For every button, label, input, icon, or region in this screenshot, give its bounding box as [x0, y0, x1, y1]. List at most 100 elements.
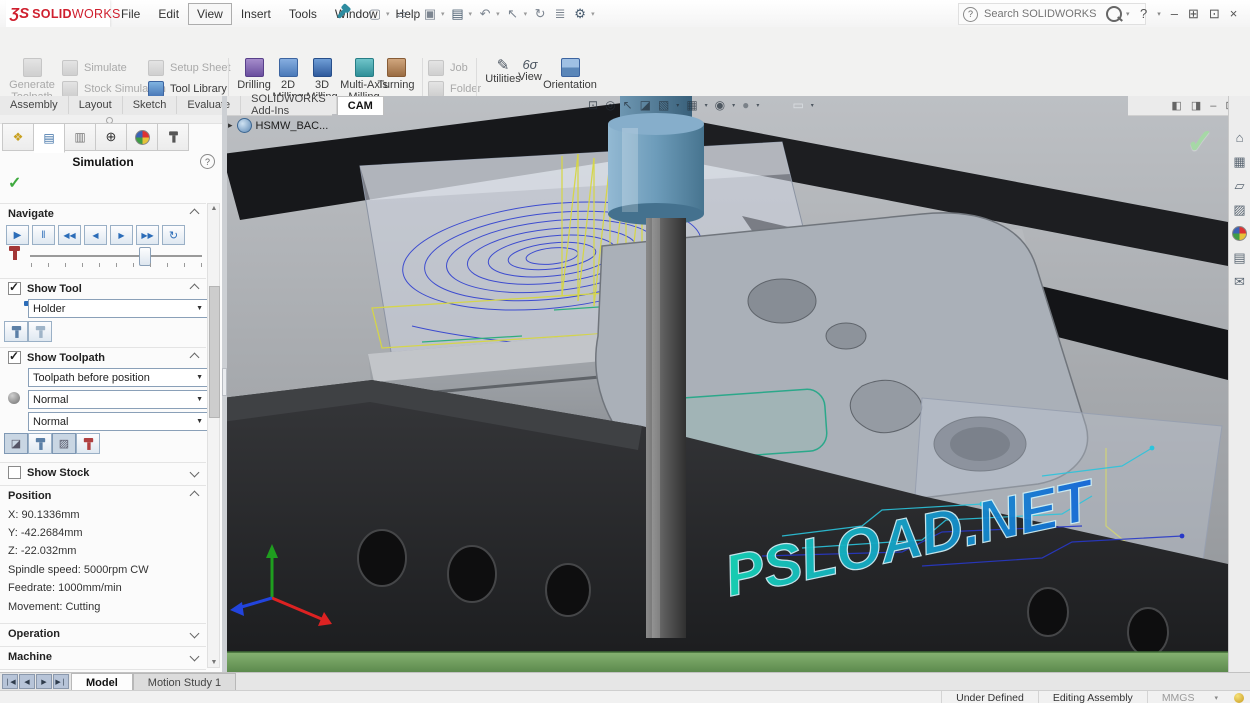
navigate-collapse-icon[interactable]: [190, 209, 200, 219]
display-style-caret-icon[interactable]: ▾: [705, 102, 708, 109]
options-gear-icon[interactable]: ⚙: [571, 5, 589, 23]
tool-translucent-toggle[interactable]: [28, 321, 52, 342]
prev-tab-button[interactable]: ◀: [19, 674, 35, 689]
print-icon[interactable]: ▤: [449, 5, 467, 23]
panel-scrollbar[interactable]: ▲ ▼: [207, 203, 220, 668]
toolpath-opnc-toggle[interactable]: ▨: [52, 433, 76, 454]
last-tab-button[interactable]: ▶❘: [53, 674, 69, 689]
tag-icon[interactable]: [1234, 693, 1244, 703]
save-icon[interactable]: ▣: [421, 5, 439, 23]
search-caret-icon[interactable]: ▾: [1126, 10, 1130, 18]
feature-tree-label[interactable]: HSMW_BAC...: [256, 120, 329, 132]
appearances-wheel-icon[interactable]: [1231, 226, 1248, 241]
print-caret-icon[interactable]: ▾: [469, 10, 473, 18]
view-settings-monitor-icon[interactable]: ▭: [792, 99, 803, 111]
scrollbar-thumb[interactable]: [209, 286, 220, 418]
rebuild-icon[interactable]: ↻: [531, 5, 549, 23]
property-manager-tab[interactable]: ▤: [34, 123, 65, 153]
tool-display-dropdown[interactable]: Holder ▼: [28, 299, 208, 318]
view-palette-icon[interactable]: ▨: [1231, 202, 1248, 217]
show-tool-checkbox[interactable]: [8, 282, 21, 295]
tab-cam[interactable]: CAM: [337, 96, 384, 115]
pane-left-icon[interactable]: ◧: [1171, 99, 1181, 112]
machine-expand-icon[interactable]: [190, 652, 200, 662]
menu-view[interactable]: View: [188, 3, 232, 25]
ok-check-button[interactable]: ✓: [8, 173, 21, 193]
doc-minimize-button[interactable]: –: [1210, 100, 1216, 112]
view-settings-caret-icon[interactable]: ▾: [811, 102, 814, 109]
section-show-stock[interactable]: Show Stock: [0, 462, 206, 482]
splitter-handle[interactable]: [222, 368, 227, 396]
restore-button[interactable]: ⊡: [1209, 6, 1220, 22]
new-caret-icon[interactable]: ▾: [386, 10, 390, 18]
setup-sheet-button[interactable]: Setup Sheet: [148, 59, 231, 77]
tab-sketch[interactable]: Sketch: [123, 96, 178, 114]
tab-assembly[interactable]: Assembly: [0, 96, 69, 114]
graphics-viewport[interactable]: PSLOAD.NET: [222, 96, 1228, 672]
help-search-box[interactable]: ? ▾: [958, 3, 1146, 25]
show-toolpath-checkbox[interactable]: [8, 351, 21, 364]
configuration-manager-tab[interactable]: ▥: [65, 123, 96, 151]
panel-splitter[interactable]: [222, 96, 227, 672]
first-tab-button[interactable]: ❘◀: [2, 674, 18, 689]
job-button[interactable]: Job: [428, 59, 468, 77]
tool-shaded-toggle[interactable]: [4, 321, 28, 342]
save-caret-icon[interactable]: ▾: [441, 10, 445, 18]
section-position[interactable]: Position: [0, 485, 206, 505]
show-toolpath-collapse-icon[interactable]: [190, 353, 200, 363]
show-stock-expand-icon[interactable]: [190, 468, 200, 478]
view-orientation-caret-icon[interactable]: ▾: [676, 102, 679, 109]
open-icon[interactable]: ▱: [394, 5, 412, 23]
maximize-button[interactable]: ⊞: [1188, 6, 1199, 22]
tab-layout[interactable]: Layout: [69, 96, 123, 114]
go-to-start-button[interactable]: ◀◀: [58, 225, 81, 245]
flyout-feature-tree[interactable]: ▸ HSMW_BAC...: [228, 118, 328, 133]
pane-right-icon[interactable]: ◨: [1191, 99, 1201, 112]
home-icon[interactable]: ⌂: [1231, 130, 1248, 145]
tab-evaluate[interactable]: Evaluate: [177, 96, 241, 114]
solidworks-resources-icon[interactable]: ▦: [1231, 154, 1248, 169]
units-caret-icon[interactable]: ▾: [1208, 694, 1224, 702]
step-forward-button[interactable]: ▶: [110, 225, 133, 245]
appearances-icon[interactable]: ●: [742, 99, 749, 111]
section-navigate[interactable]: Navigate: [0, 203, 206, 223]
toolpath-segment-toggle[interactable]: ◪: [4, 433, 28, 454]
loop-button[interactable]: ↻: [162, 225, 185, 245]
tab-solidworks-add-ins[interactable]: SOLIDWORKS Add-Ins: [241, 96, 337, 114]
section-machine[interactable]: Machine: [0, 646, 206, 666]
step-back-button[interactable]: ◀: [84, 225, 107, 245]
viewport-canvas[interactable]: PSLOAD.NET: [222, 96, 1228, 672]
appearances-tab[interactable]: [127, 123, 158, 151]
custom-properties-icon[interactable]: ▤: [1231, 250, 1248, 265]
search-icon[interactable]: [1106, 6, 1122, 22]
cam-tool-tab[interactable]: [158, 123, 189, 151]
toolpath-mode-dropdown[interactable]: Toolpath before position ▼: [28, 368, 208, 387]
motion-study-tab[interactable]: Motion Study 1: [133, 673, 236, 691]
menu-tools[interactable]: Tools: [280, 3, 326, 25]
position-collapse-icon[interactable]: [190, 491, 200, 501]
menu-edit[interactable]: Edit: [149, 3, 188, 25]
scroll-down-icon[interactable]: ▼: [209, 659, 219, 666]
appearances-caret-icon[interactable]: ▾: [756, 102, 759, 109]
play-button[interactable]: ▶: [6, 225, 29, 245]
help-caret-icon[interactable]: ▾: [1157, 10, 1161, 18]
design-library-icon[interactable]: ▱: [1231, 178, 1248, 193]
pause-button[interactable]: ‖: [32, 225, 55, 245]
zoom-area-icon[interactable]: ◎: [605, 99, 615, 111]
file-properties-icon[interactable]: ≣: [551, 5, 569, 23]
panel-help-icon[interactable]: ?: [200, 154, 215, 169]
model-tab[interactable]: Model: [71, 673, 133, 691]
operation-expand-icon[interactable]: [190, 629, 200, 639]
open-caret-icon[interactable]: ▾: [414, 10, 418, 18]
menu-file[interactable]: File: [112, 3, 149, 25]
options-caret-icon[interactable]: ▾: [591, 10, 595, 18]
forum-icon[interactable]: ✉: [1231, 274, 1248, 289]
confirmation-corner-check[interactable]: ✓: [1186, 122, 1215, 162]
undo-caret-icon[interactable]: ▾: [496, 10, 500, 18]
hide-show-items-icon[interactable]: ◉: [715, 99, 725, 111]
section-view-icon[interactable]: ◪: [640, 99, 651, 111]
zoom-fit-icon[interactable]: ⊡: [588, 99, 598, 111]
undo-icon[interactable]: ↶: [476, 5, 494, 23]
new-document-icon[interactable]: ▢: [366, 5, 384, 23]
toolpath-point-toggle[interactable]: [28, 433, 52, 454]
